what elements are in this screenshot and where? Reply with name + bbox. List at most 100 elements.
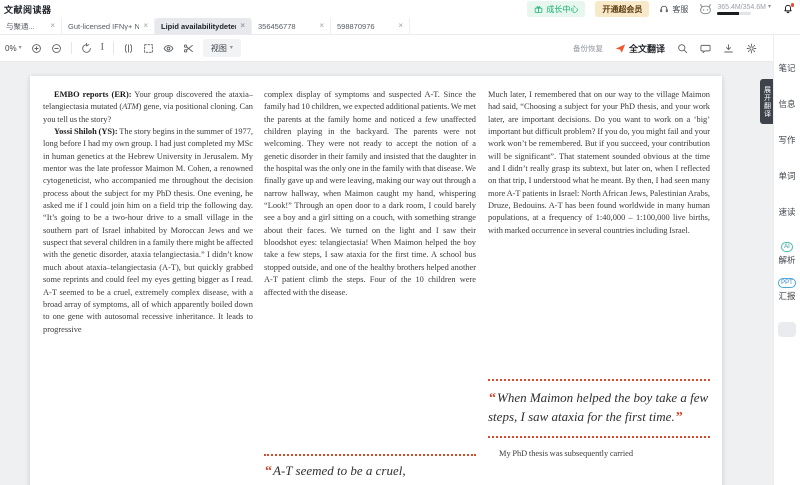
sidebar-item-speedread[interactable]: 速读 — [778, 206, 795, 218]
chevron-down-icon: ▾ — [19, 45, 22, 51]
fit-width-icon — [123, 43, 134, 54]
zoom-level-dropdown[interactable]: 0% ▾ — [5, 44, 22, 53]
growth-center-label: 成长中心 — [546, 4, 578, 15]
reading-mode-button[interactable] — [163, 43, 174, 54]
search-icon — [677, 43, 688, 54]
zoom-in-icon — [31, 43, 42, 54]
pull-quote: “A-T seemed to be a cruel, — [264, 462, 476, 481]
tab-label: 与聚通... — [6, 21, 46, 32]
backup-restore-button[interactable]: 备份恢复 — [573, 43, 603, 54]
collapsed-tool-button[interactable] — [778, 322, 796, 337]
chevron-down-icon: ▾ — [230, 45, 233, 51]
rotate-icon — [81, 43, 92, 54]
paper-plane-icon — [615, 43, 626, 54]
paragraph: complex display of symptoms and suspecte… — [264, 89, 476, 299]
document-tab-3-active[interactable]: Lipid availabilitydeteri... × — [155, 18, 252, 34]
ppt-report-label: 汇报 — [778, 290, 795, 302]
close-icon[interactable]: × — [143, 22, 148, 30]
open-quote-mark: “ — [264, 464, 273, 479]
tab-strip: 与聚通... × Gut-licensed IFNγ+ NK... × Lipi… — [0, 18, 800, 34]
vip-upgrade-button[interactable]: 开通超会员 — [595, 1, 649, 17]
text-column-3: Much later, I remembered that on our way… — [488, 89, 710, 485]
full-text-translate-button[interactable]: 全文翻译 — [615, 42, 665, 55]
search-button[interactable] — [677, 43, 688, 54]
sidebar-item-ai-analysis[interactable]: AI 解析 — [778, 242, 795, 266]
download-icon — [723, 43, 734, 54]
close-icon[interactable]: × — [398, 22, 403, 30]
comment-icon — [700, 43, 711, 54]
fit-width-button[interactable] — [123, 43, 134, 54]
tab-label: Gut-licensed IFNγ+ NK... — [68, 22, 139, 31]
storage-progress-bar — [717, 12, 751, 15]
headset-icon — [659, 4, 669, 14]
notification-bell[interactable] — [783, 4, 793, 14]
ai-analysis-label: 解析 — [778, 254, 795, 266]
close-quote-mark: ” — [675, 410, 684, 425]
open-quote-mark: “ — [488, 391, 497, 406]
document-tab-1[interactable]: 与聚通... × — [0, 18, 62, 34]
customer-support-button[interactable]: 客服 — [659, 4, 688, 15]
sidebar-item-info[interactable]: 信息 — [778, 98, 795, 110]
tab-label: 356456778 — [258, 22, 315, 31]
sidebar-item-notes[interactable]: 笔记 — [778, 62, 795, 74]
paragraph: EMBO reports (ER): Your group discovered… — [43, 89, 253, 126]
scissors-icon — [183, 43, 194, 54]
text-column-2: complex display of symptoms and suspecte… — [264, 89, 476, 485]
document-tab-2[interactable]: Gut-licensed IFNγ+ NK... × — [62, 18, 155, 34]
app-window: 文献阅读器 成长中心 开通超会员 客服 365.4M/354.6M ▾ — [0, 0, 800, 485]
app-title: 文献阅读器 — [4, 3, 52, 16]
close-icon[interactable]: × — [240, 22, 245, 30]
pull-quote-block: “A-T seemed to be a cruel, — [264, 454, 476, 481]
text-select-button[interactable]: I — [101, 43, 104, 53]
sidebar-item-writing[interactable]: 写作 — [778, 134, 795, 146]
chevron-down-icon: ▾ — [768, 4, 771, 10]
comments-button[interactable] — [700, 43, 711, 54]
document-workspace[interactable]: 展开翻译 EMBO reports (ER): Your group disco… — [0, 62, 773, 485]
zoom-level-value: 0% — [5, 44, 17, 53]
zoom-out-icon — [51, 43, 62, 54]
mascot-icon — [698, 3, 713, 15]
zoom-in-button[interactable] — [31, 43, 42, 54]
toolbar-divider — [113, 42, 114, 54]
download-button[interactable] — [723, 43, 734, 54]
gear-icon — [746, 43, 757, 54]
ai-badge: AI — [781, 242, 794, 252]
storage-usage-value: 365.4M/354.6M — [717, 4, 766, 11]
view-menu-label: 视图 — [211, 43, 227, 54]
growth-center-button[interactable]: 成长中心 — [527, 1, 585, 17]
settings-button[interactable] — [746, 43, 757, 54]
speaker-lead: Yossi Shiloh (YS): — [54, 127, 118, 136]
storage-usage[interactable]: 365.4M/354.6M ▾ — [698, 3, 771, 15]
dotted-rule — [264, 454, 476, 456]
full-text-translate-label: 全文翻译 — [629, 42, 665, 55]
document-tab-4[interactable]: 356456778 × — [252, 18, 331, 34]
paragraph: Much later, I remembered that on our way… — [488, 89, 710, 237]
customer-support-label: 客服 — [672, 4, 688, 15]
pdf-toolbar: 0% ▾ I 视图 ▾ — [0, 35, 773, 62]
paragraph: Yossi Shiloh (YS): The story begins in t… — [43, 126, 253, 336]
close-icon[interactable]: × — [319, 22, 324, 30]
sidebar-item-ppt-report[interactable]: PPT 汇报 — [778, 278, 797, 302]
dotted-rule — [488, 379, 710, 381]
expand-translation-handle[interactable]: 展开翻译 — [760, 79, 773, 124]
notification-dot — [791, 3, 795, 7]
close-icon[interactable]: × — [50, 22, 55, 30]
area-select-button[interactable] — [143, 43, 154, 54]
zoom-out-button[interactable] — [51, 43, 62, 54]
app-header: 文献阅读器 成长中心 开通超会员 客服 365.4M/354.6M ▾ — [0, 0, 800, 18]
tab-label: Lipid availabilitydeteri... — [161, 22, 236, 31]
sidebar-item-words[interactable]: 单词 — [778, 170, 795, 182]
snip-button[interactable] — [183, 43, 194, 54]
view-menu-button[interactable]: 视图 ▾ — [203, 39, 241, 57]
pdf-page: EMBO reports (ER): Your group discovered… — [30, 76, 722, 485]
text-column-1: EMBO reports (ER): Your group discovered… — [43, 89, 253, 485]
toolbar-divider — [71, 42, 72, 54]
right-sidebar: 笔记 信息 写作 单词 速读 AI 解析 PPT 汇报 — [773, 35, 800, 485]
paragraph: My PhD thesis was subsequently carried — [488, 448, 710, 460]
eye-icon — [163, 43, 174, 54]
gene-name: ATM — [122, 102, 138, 111]
speaker-lead: EMBO reports (ER): — [54, 90, 132, 99]
tab-label: 598870976 — [337, 22, 394, 31]
rotate-button[interactable] — [81, 43, 92, 54]
document-tab-5[interactable]: 598870976 × — [331, 18, 410, 34]
